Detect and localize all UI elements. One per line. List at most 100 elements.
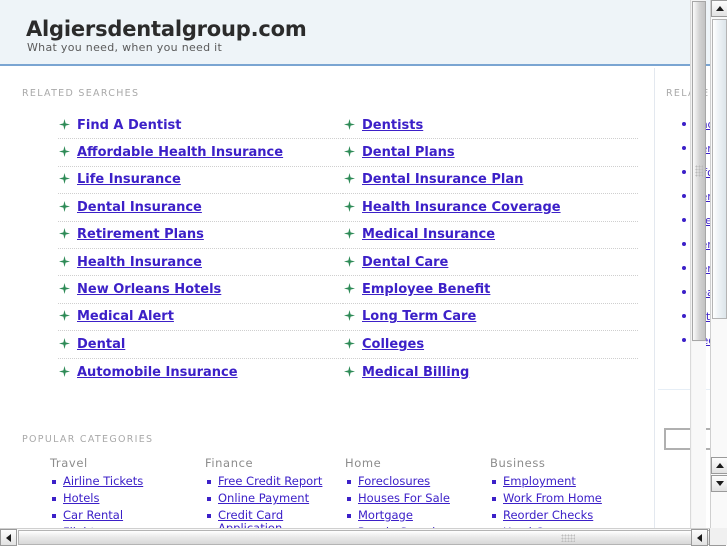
related-search-link[interactable]: Automobile Insurance	[77, 365, 238, 380]
related-search-item[interactable]: Long Term Care	[343, 304, 638, 332]
list-item[interactable]: Work From Home	[490, 492, 640, 505]
category-link[interactable]: Foreclosures	[358, 475, 430, 488]
related-search-link[interactable]: New Orleans Hotels	[77, 282, 221, 297]
related-search-link[interactable]: Employee Benefit	[362, 282, 490, 297]
category-link[interactable]: Employment	[503, 475, 576, 488]
square-bullet-icon	[52, 514, 56, 518]
inner-vertical-scrollbar[interactable]	[690, 0, 706, 528]
list-item[interactable]: Credit Card Application	[205, 509, 345, 528]
related-search-link[interactable]: Medical Billing	[362, 365, 469, 380]
related-search-link[interactable]: Affordable Health Insurance	[77, 145, 283, 160]
related-search-item[interactable]: Medical Insurance	[343, 222, 638, 249]
list-item[interactable]: Airline Tickets	[50, 475, 205, 488]
list-item[interactable]: Free Credit Report	[205, 475, 345, 488]
category-link[interactable]: Car Rental	[63, 509, 123, 522]
related-search-link[interactable]: Colleges	[362, 337, 424, 352]
scroll-up-button[interactable]	[711, 0, 727, 17]
related-search-link[interactable]: Dental Plans	[362, 145, 455, 160]
list-item[interactable]: Houses For Sale	[345, 492, 490, 505]
window-vertical-scrollbar-thumb[interactable]	[712, 19, 727, 319]
related-search-link[interactable]: Dental	[77, 337, 125, 352]
list-item[interactable]: Online Payment	[205, 492, 345, 505]
related-search-item[interactable]: Dental Insurance Plan	[343, 167, 638, 195]
scroll-left-button[interactable]	[0, 529, 17, 546]
related-search-item[interactable]: Find A Dentist	[58, 112, 343, 140]
square-bullet-icon	[207, 514, 211, 518]
category-column: Business Employment Work From Home Reorder …	[490, 456, 640, 528]
inner-vertical-scrollbar-track[interactable]	[692, 342, 706, 528]
related-search-link[interactable]: Retirement Plans	[77, 227, 204, 242]
green-star-bullet-icon	[58, 172, 71, 185]
related-search-item[interactable]: Medical Alert	[58, 304, 343, 332]
related-search-link[interactable]: Medical Alert	[77, 309, 174, 324]
related-search-item[interactable]: Life Insurance	[58, 167, 343, 195]
related-search-item[interactable]: Medical Billing	[343, 359, 638, 386]
category-link[interactable]: Online Payment	[218, 492, 309, 505]
related-search-link[interactable]: Life Insurance	[77, 172, 181, 187]
scroll-down-button[interactable]	[711, 475, 727, 492]
window-horizontal-scrollbar-thumb[interactable]	[18, 530, 727, 545]
related-search-item[interactable]: Automobile Insurance	[58, 359, 343, 386]
list-item[interactable]: Foreclosures	[345, 475, 490, 488]
related-search-link[interactable]: Dental Insurance Plan	[362, 172, 523, 187]
category-link[interactable]: Mortgage	[358, 509, 413, 522]
green-star-bullet-icon	[343, 337, 356, 350]
related-search-item[interactable]: New Orleans Hotels	[58, 276, 343, 304]
related-search-link[interactable]: Long Term Care	[362, 309, 476, 324]
category-link[interactable]: Houses For Sale	[358, 492, 450, 505]
related-search-item[interactable]: Retirement Plans	[58, 222, 343, 249]
category-link[interactable]: Reorder Checks	[503, 509, 593, 522]
related-search-item[interactable]: Dental Care	[343, 249, 638, 277]
inner-vertical-scrollbar-thumb[interactable]	[692, 1, 706, 341]
related-search-link[interactable]: Medical Insurance	[362, 227, 495, 242]
list-item[interactable]: Hotels	[50, 492, 205, 505]
window-vertical-scrollbar[interactable]	[710, 0, 727, 528]
scrollbar-grip-icon	[561, 533, 575, 542]
related-search-item[interactable]: Dental Insurance	[58, 194, 343, 222]
category-link[interactable]: Free Credit Report	[218, 475, 322, 488]
related-search-item[interactable]: Dental	[58, 331, 343, 359]
related-search-link[interactable]: Dentists	[362, 118, 423, 133]
related-search-link[interactable]: Health Insurance	[77, 255, 202, 270]
category-list: ForeclosuresHouses For SaleMortgagePeopl…	[345, 475, 490, 528]
related-search-item[interactable]: Health Insurance	[58, 249, 343, 277]
related-search-item[interactable]: Employee Benefit	[343, 276, 638, 304]
scroll-left-button-end[interactable]	[691, 529, 708, 546]
dot-bullet-icon	[682, 290, 686, 294]
related-search-item[interactable]: Health Insurance Coverage	[343, 194, 638, 222]
related-search-item[interactable]: Colleges	[343, 331, 638, 359]
related-search-item[interactable]: Dental Plans	[343, 139, 638, 167]
chevron-left-icon	[697, 533, 702, 542]
list-item[interactable]: Mortgage	[345, 509, 490, 522]
category-link[interactable]: Hotels	[63, 492, 99, 505]
category-column: Finance Free Credit Report Online Payment C…	[205, 456, 345, 528]
related-search-item[interactable]: Dentists	[343, 112, 638, 140]
category-link[interactable]: Credit Card Application	[218, 509, 336, 529]
list-item[interactable]: Employment	[490, 475, 640, 488]
browser-viewport: Algiersdentalgroup.com What you need, wh…	[0, 0, 727, 546]
category-list: Airline TicketsHotelsCar RentalFlights	[50, 475, 205, 528]
category-link[interactable]: Work From Home	[503, 492, 602, 505]
window-horizontal-scrollbar[interactable]	[0, 528, 727, 546]
square-bullet-icon	[492, 480, 496, 484]
related-search-link[interactable]: Dental Care	[362, 255, 448, 270]
green-star-bullet-icon	[343, 365, 356, 378]
related-search-link[interactable]: Find A Dentist	[77, 118, 182, 133]
scrollbar-corner	[710, 528, 727, 545]
list-item[interactable]: Reorder Checks	[490, 509, 640, 522]
site-header: Algiersdentalgroup.com What you need, wh…	[0, 0, 710, 66]
dot-bullet-icon	[682, 194, 686, 198]
related-search-item[interactable]: Affordable Health Insurance	[58, 139, 343, 167]
category-link[interactable]: Airline Tickets	[63, 475, 143, 488]
related-search-link[interactable]: Health Insurance Coverage	[362, 200, 561, 215]
scrollbar-grip-icon	[695, 165, 703, 177]
green-star-bullet-icon	[58, 255, 71, 268]
green-star-bullet-icon	[343, 118, 356, 131]
green-star-bullet-icon	[58, 309, 71, 322]
scroll-up-button-lower[interactable]	[711, 457, 727, 474]
square-bullet-icon	[52, 497, 56, 501]
chevron-down-icon	[715, 481, 724, 486]
square-bullet-icon	[492, 514, 496, 518]
related-search-link[interactable]: Dental Insurance	[77, 200, 202, 215]
list-item[interactable]: Car Rental	[50, 509, 205, 522]
